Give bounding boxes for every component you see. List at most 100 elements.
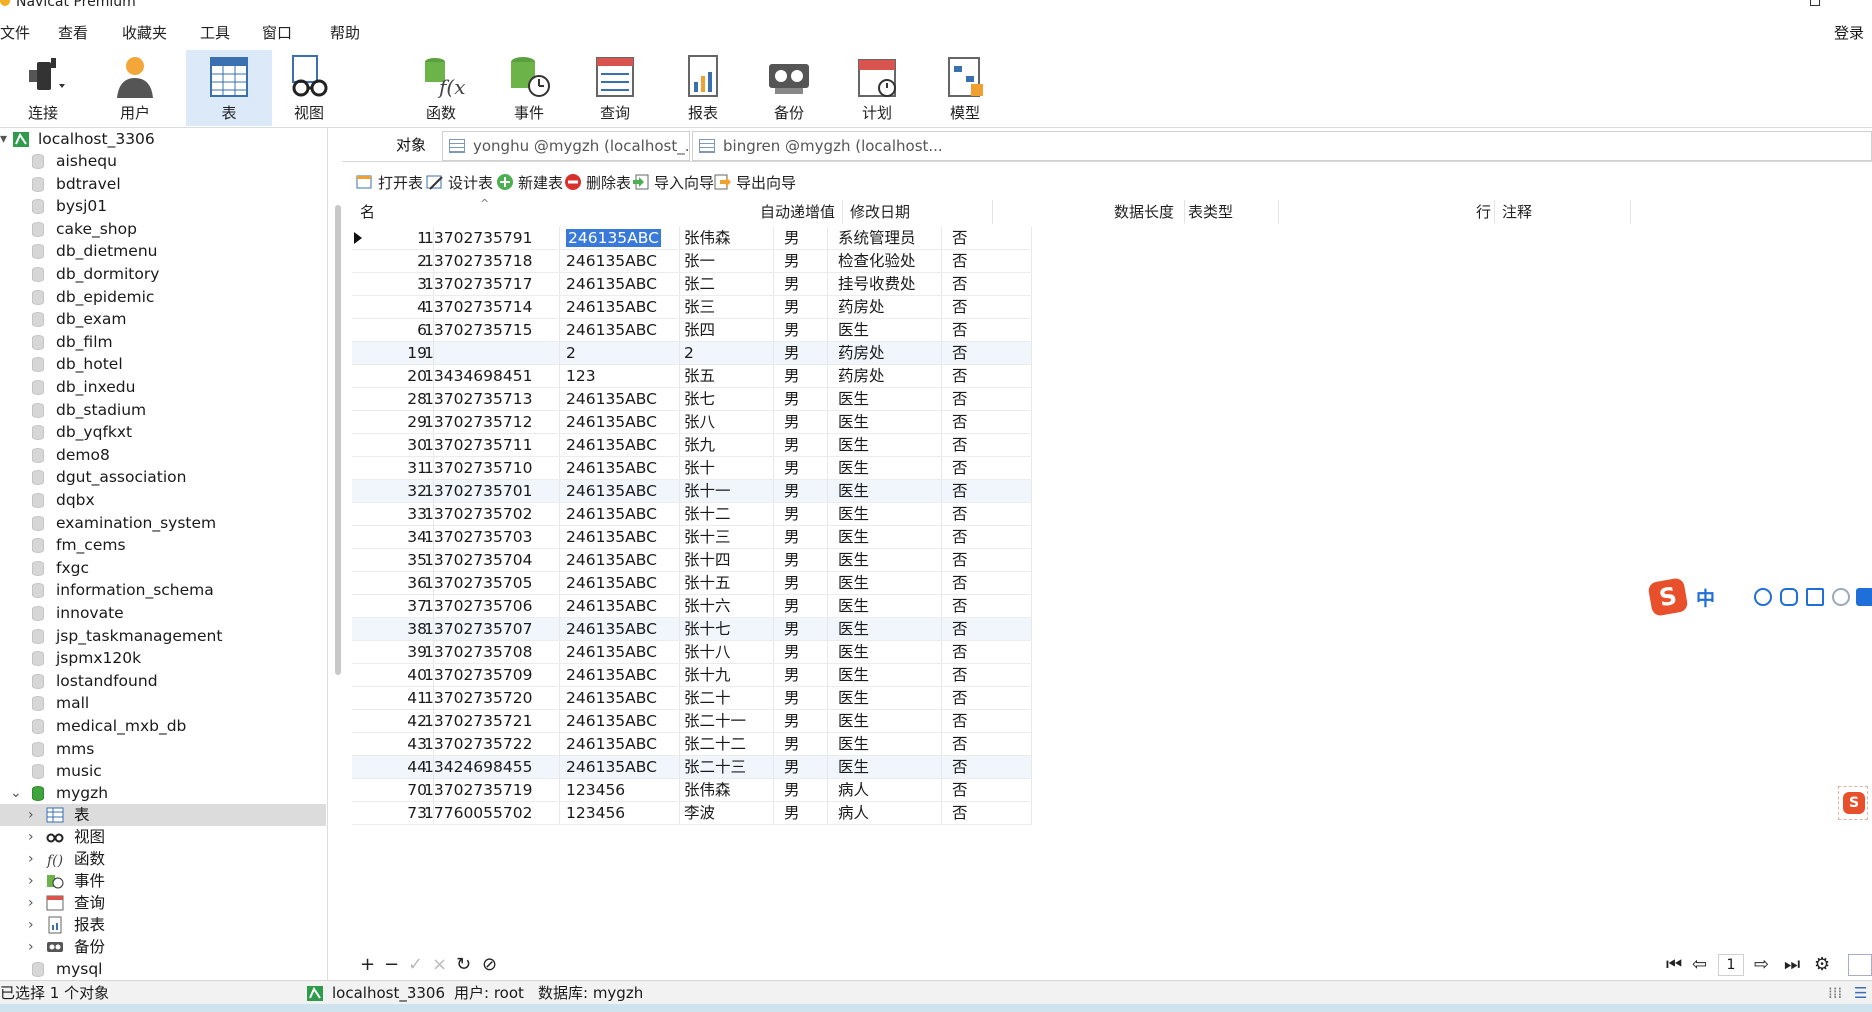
- table-cell[interactable]: 246135ABC: [560, 434, 680, 456]
- table-cell[interactable]: 13702735708: [420, 641, 560, 663]
- tree-db-item[interactable]: db_film: [0, 331, 326, 353]
- table-cell[interactable]: 13702735707: [420, 618, 560, 640]
- add-record-icon[interactable]: +: [360, 954, 375, 975]
- import-wizard-button[interactable]: 导入向导: [632, 172, 714, 193]
- tree-db-item[interactable]: dqbx: [0, 489, 326, 511]
- table-row[interactable]: 36 13702735705 246135ABC 张十五男医生否: [352, 572, 1032, 595]
- table-cell[interactable]: 13702735718: [420, 250, 560, 272]
- table-row[interactable]: 44 13424698455 246135ABC 张二十三男医生否: [352, 756, 1032, 779]
- prev-page-icon[interactable]: ⇦: [1692, 954, 1707, 975]
- table-cell[interactable]: 男: [774, 802, 828, 824]
- table-cell[interactable]: 医生: [828, 710, 942, 732]
- table-cell[interactable]: 张十三: [680, 526, 774, 548]
- table-cell[interactable]: 13702735714: [420, 296, 560, 318]
- table-cell[interactable]: 张伟森: [680, 779, 774, 801]
- toolbar-report-button[interactable]: 报表: [660, 50, 746, 126]
- table-cell[interactable]: 246135ABC: [560, 526, 680, 548]
- toolbar-query-button[interactable]: 查询: [572, 50, 658, 126]
- table-cell[interactable]: 男: [774, 595, 828, 617]
- table-cell[interactable]: 否: [942, 595, 1032, 617]
- table-cell[interactable]: 男: [774, 664, 828, 686]
- table-cell[interactable]: 13702735709: [420, 664, 560, 686]
- table-cell[interactable]: 13434698451: [420, 365, 560, 387]
- table-cell[interactable]: 医生: [828, 319, 942, 341]
- delete-record-icon[interactable]: −: [384, 954, 399, 975]
- table-cell[interactable]: 男: [774, 710, 828, 732]
- table-cell[interactable]: 否: [942, 549, 1032, 571]
- table-cell[interactable]: 医生: [828, 641, 942, 663]
- table-cell[interactable]: 否: [942, 250, 1032, 272]
- column-header-data-length[interactable]: 数据长度: [1114, 200, 1174, 224]
- chevron-right-icon[interactable]: ›: [28, 848, 34, 870]
- table-cell[interactable]: 男: [774, 503, 828, 525]
- table-cell[interactable]: 13702735712: [420, 411, 560, 433]
- table-cell[interactable]: 男: [774, 549, 828, 571]
- table-cell[interactable]: 医生: [828, 457, 942, 479]
- table-cell[interactable]: 男: [774, 526, 828, 548]
- table-cell[interactable]: 医生: [828, 388, 942, 410]
- stop-icon[interactable]: ⊘: [482, 954, 497, 975]
- tree-db-item[interactable]: db_hotel: [0, 353, 326, 375]
- table-cell[interactable]: 男: [774, 296, 828, 318]
- menu-help[interactable]: 帮助: [330, 22, 360, 43]
- table-cell[interactable]: 张十六: [680, 595, 774, 617]
- table-cell[interactable]: 246135ABC: [560, 664, 680, 686]
- table-cell[interactable]: 246135ABC: [560, 273, 680, 295]
- table-cell[interactable]: 13702735717: [420, 273, 560, 295]
- tree-db-item[interactable]: innovate: [0, 602, 326, 624]
- column-header-table-type[interactable]: 表类型: [1188, 200, 1233, 224]
- table-cell[interactable]: 男: [774, 434, 828, 456]
- table-cell[interactable]: 药房处: [828, 296, 942, 318]
- toolbar-user-button[interactable]: 用户: [92, 50, 178, 126]
- table-cell[interactable]: 246135ABC: [560, 480, 680, 502]
- table-cell[interactable]: 246135ABC: [560, 572, 680, 594]
- table-cell[interactable]: 246135ABC: [560, 687, 680, 709]
- tree-db-item[interactable]: jsp_taskmanagement: [0, 625, 326, 647]
- table-cell[interactable]: 男: [774, 227, 828, 249]
- table-cell[interactable]: 张十八: [680, 641, 774, 663]
- toolbar-model-button[interactable]: 模型: [922, 50, 1008, 126]
- table-cell[interactable]: 否: [942, 710, 1032, 732]
- table-cell[interactable]: 男: [774, 273, 828, 295]
- table-cell[interactable]: 17760055702: [420, 802, 560, 824]
- table-row[interactable]: 41 13702735720 246135ABC 张二十男医生否: [352, 687, 1032, 710]
- column-header-auto-increment[interactable]: 自动递增值: [760, 200, 835, 224]
- tree-db-item[interactable]: examination_system: [0, 512, 326, 534]
- tree-item-backups[interactable]: › 备份: [0, 936, 326, 958]
- table-cell[interactable]: 否: [942, 434, 1032, 456]
- table-cell[interactable]: 否: [942, 664, 1032, 686]
- table-cell[interactable]: 男: [774, 250, 828, 272]
- new-table-button[interactable]: 新建表: [496, 172, 563, 193]
- table-row[interactable]: 33 13702735702 246135ABC 张十二男医生否: [352, 503, 1032, 526]
- toolbar-function-button[interactable]: f(x) 函数: [398, 50, 484, 126]
- table-cell[interactable]: 13702735721: [420, 710, 560, 732]
- tree-db-item[interactable]: aishequ: [0, 150, 326, 172]
- toolbar-view-button[interactable]: 视图: [266, 50, 352, 126]
- table-cell[interactable]: 李波: [680, 802, 774, 824]
- table-cell[interactable]: 医生: [828, 549, 942, 571]
- table-cell[interactable]: 246135ABC: [560, 227, 680, 249]
- tree-db-item[interactable]: fm_cems: [0, 534, 326, 556]
- table-cell[interactable]: 否: [942, 756, 1032, 778]
- table-cell[interactable]: 13702735711: [420, 434, 560, 456]
- table-cell[interactable]: 246135ABC: [560, 549, 680, 571]
- table-cell[interactable]: 否: [942, 319, 1032, 341]
- table-cell[interactable]: 病人: [828, 802, 942, 824]
- tree-db-item[interactable]: db_epidemic: [0, 286, 326, 308]
- menu-window[interactable]: 窗口: [262, 22, 292, 43]
- grid-view-icon[interactable]: [1848, 954, 1872, 976]
- toolbar-schedule-button[interactable]: 计划: [834, 50, 920, 126]
- table-cell[interactable]: 张七: [680, 388, 774, 410]
- table-cell[interactable]: 医生: [828, 756, 942, 778]
- table-cell[interactable]: 男: [774, 687, 828, 709]
- table-row[interactable]: 2 13702735718 246135ABC 张一男检查化验处否: [352, 250, 1032, 273]
- tree-item-queries[interactable]: › 查询: [0, 892, 326, 914]
- table-cell[interactable]: 13702735720: [420, 687, 560, 709]
- settings-gear-icon[interactable]: ⚙: [1814, 954, 1830, 975]
- table-cell[interactable]: 13702735702: [420, 503, 560, 525]
- table-row[interactable]: 1 13702735791 246135ABC 张伟森男系统管理员否: [352, 227, 1032, 250]
- tree-db-item[interactable]: bdtravel: [0, 173, 326, 195]
- table-cell[interactable]: 张三: [680, 296, 774, 318]
- toolbar-event-button[interactable]: 事件: [486, 50, 572, 126]
- tab-yonghu[interactable]: yonghu @mygzh (localhost_...: [442, 131, 690, 161]
